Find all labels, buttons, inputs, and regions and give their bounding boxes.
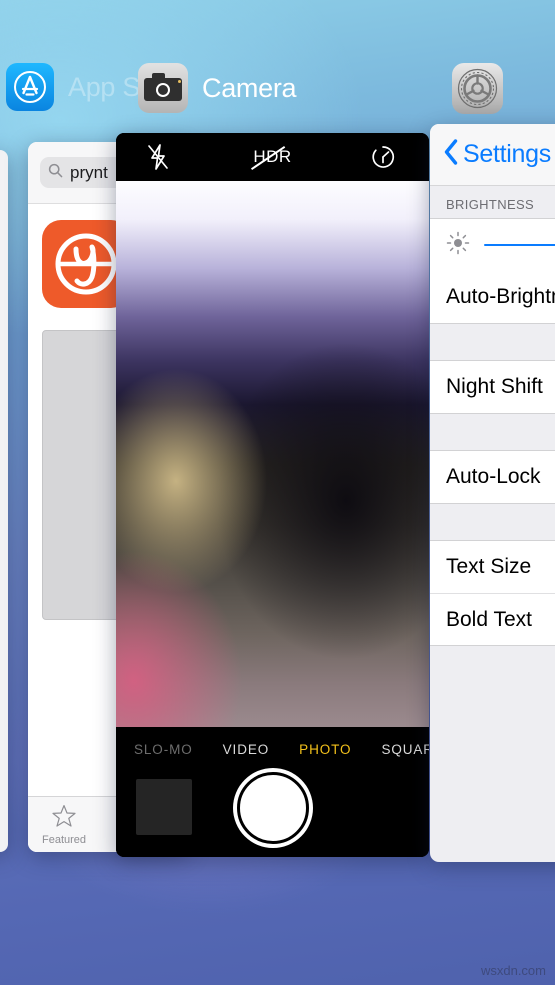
camera-viewfinder[interactable] xyxy=(116,181,429,727)
back-button-label[interactable]: Settings xyxy=(463,140,551,169)
shutter-button[interactable] xyxy=(236,772,309,844)
camera-icon-indicator xyxy=(178,80,181,83)
row-bold-text[interactable]: Bold Text xyxy=(430,593,555,645)
app-store-icon xyxy=(6,63,54,111)
switcher-app-settings[interactable] xyxy=(452,63,503,114)
search-input-value: prynt xyxy=(70,162,108,182)
brightness-slider[interactable] xyxy=(484,243,555,247)
camera-bottom-controls: SLO-MO VIDEO PHOTO SQUAR xyxy=(116,727,429,857)
settings-list: BRIGHTNESS Auto-Brightness xyxy=(430,186,555,688)
app-switcher-header: App Store Camera xyxy=(0,55,555,135)
settings-section-gap xyxy=(430,324,555,360)
tab-label: Featured xyxy=(41,833,87,846)
section-header-brightness: BRIGHTNESS xyxy=(430,186,555,218)
row-text-size[interactable]: Text Size xyxy=(430,541,555,593)
settings-gear-icon xyxy=(452,63,503,114)
app-card-settings[interactable]: Settings BRIGHTNESS Auto-Bright Night Sh… xyxy=(430,124,555,862)
hdr-label: HDR xyxy=(251,145,291,170)
night-shift-group: Night Shift xyxy=(430,360,555,414)
camera-icon-lens xyxy=(158,85,168,95)
star-icon xyxy=(52,804,76,832)
brightness-slider-row[interactable] xyxy=(430,219,555,271)
row-night-shift[interactable]: Night Shift xyxy=(430,361,555,413)
chevron-left-icon[interactable] xyxy=(444,139,458,170)
watermark: wsxdn.com xyxy=(480,963,546,978)
brightness-sun-icon xyxy=(446,231,470,260)
row-auto-brightness[interactable]: Auto-Brightness xyxy=(430,271,555,323)
tab-featured[interactable]: Featured xyxy=(28,804,100,846)
switcher-app-camera[interactable]: Camera xyxy=(138,63,297,113)
camera-mode-video[interactable]: VIDEO xyxy=(223,742,270,757)
text-group: Text Size Bold Text xyxy=(430,540,555,646)
camera-mode-photo[interactable]: PHOTO xyxy=(299,742,351,757)
timer-button[interactable] xyxy=(355,133,411,181)
auto-lock-group: Auto-Lock xyxy=(430,450,555,504)
brightness-group: Auto-Brightness xyxy=(430,218,555,324)
switcher-app-label: Camera xyxy=(202,72,297,103)
camera-mode-square[interactable]: SQUAR xyxy=(381,742,429,757)
last-photo-thumbnail[interactable] xyxy=(136,779,192,835)
flash-off-button[interactable] xyxy=(130,133,186,181)
row-auto-lock[interactable]: Auto-Lock xyxy=(430,451,555,503)
search-icon xyxy=(48,163,63,183)
settings-section-gap xyxy=(430,504,555,540)
hdr-off-button[interactable]: HDR xyxy=(228,133,318,181)
camera-icon xyxy=(138,63,188,113)
camera-top-controls: HDR xyxy=(116,133,429,181)
camera-mode-slo-mo[interactable]: SLO-MO xyxy=(134,742,193,757)
settings-section-gap xyxy=(430,646,555,688)
camera-mode-selector[interactable]: SLO-MO VIDEO PHOTO SQUAR xyxy=(116,735,429,763)
app-card-camera[interactable]: HDR SLO-MO VIDEO PHOTO SQUAR xyxy=(116,133,429,857)
settings-nav-bar: Settings xyxy=(430,124,555,186)
app-card-partial-left[interactable] xyxy=(0,150,8,852)
settings-section-gap xyxy=(430,414,555,450)
